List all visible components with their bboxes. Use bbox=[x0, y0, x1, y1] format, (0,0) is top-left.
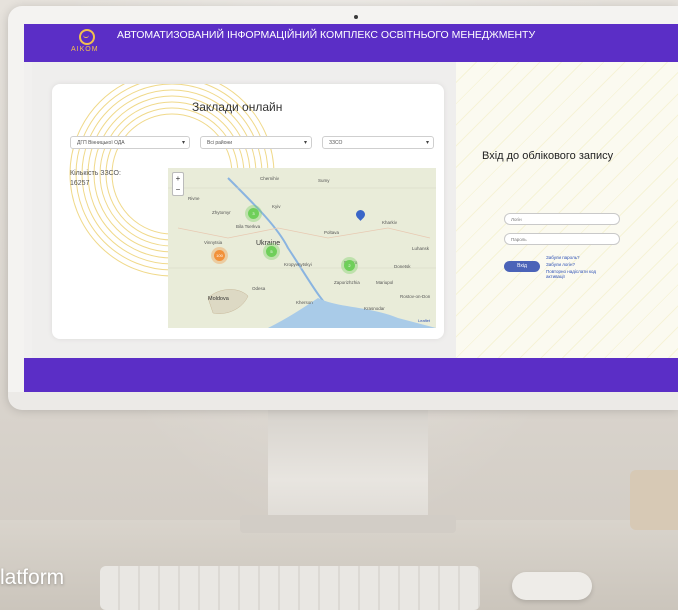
region-select-value: ДГП Вінницької ОДА bbox=[77, 140, 125, 146]
map-cluster-marker[interactable]: 100 bbox=[214, 250, 225, 261]
map-label: Poltava bbox=[324, 230, 340, 235]
zoom-out-button[interactable]: − bbox=[173, 184, 183, 195]
map-label: Zhytomyr bbox=[212, 210, 231, 215]
login-field[interactable] bbox=[504, 213, 620, 225]
map-label: Chernihiv bbox=[260, 176, 280, 181]
map-label: Kropyvnytskyi bbox=[284, 262, 312, 267]
chevron-down-icon: ▾ bbox=[425, 140, 429, 146]
main-content: Заклади онлайн ДГП Вінницької ОДА ▾ Всі … bbox=[24, 62, 678, 358]
institutions-card: Заклади онлайн ДГП Вінницької ОДА ▾ Всі … bbox=[52, 84, 444, 339]
map-label: Krasnodar bbox=[364, 306, 385, 311]
password-field[interactable] bbox=[504, 233, 620, 245]
login-title: Вхід до облікового запису bbox=[482, 150, 614, 162]
chevron-down-icon: ▾ bbox=[181, 140, 185, 146]
map-label: Kherson bbox=[296, 300, 313, 305]
app-footer bbox=[24, 358, 678, 392]
mouse bbox=[512, 572, 592, 600]
count-value: 16257 bbox=[70, 180, 90, 187]
map-label: Vinnytsia bbox=[204, 240, 223, 245]
map-cluster-marker[interactable]: 5 bbox=[266, 246, 277, 257]
map-label: Rivne bbox=[188, 196, 200, 201]
map-label: Bila Tserkva bbox=[236, 224, 261, 229]
map-label: Moldova bbox=[208, 296, 229, 302]
forgot-login-link[interactable]: Забули логін? bbox=[546, 262, 575, 267]
map-label: Rostov-on-Don bbox=[400, 294, 431, 299]
region-select[interactable]: ДГП Вінницької ОДА ▾ bbox=[70, 136, 190, 149]
institutions-pane: Заклади онлайн ДГП Вінницької ОДА ▾ Всі … bbox=[32, 62, 456, 358]
map-label: Sumy bbox=[318, 178, 330, 183]
map-cluster-marker[interactable]: 2 bbox=[344, 260, 355, 271]
desk-cup bbox=[630, 470, 678, 530]
app-title: АВТОМАТИЗОВАНИЙ ІНФОРМАЦІЙНИЙ КОМПЛЕКС О… bbox=[117, 29, 536, 41]
logo-text: AIKOM bbox=[71, 46, 99, 53]
monitor-stand bbox=[268, 408, 428, 528]
type-select-value: ЗЗСО bbox=[329, 140, 343, 146]
monitor-chin bbox=[8, 392, 678, 410]
map-cluster-marker[interactable]: 3 bbox=[248, 208, 259, 219]
map-label: Kyiv bbox=[272, 204, 281, 209]
resend-activation-link[interactable]: Повторно надіслати код активації bbox=[546, 269, 616, 279]
zoom-control: + − bbox=[172, 172, 184, 196]
map-attribution-link[interactable]: Leaflet bbox=[418, 318, 430, 323]
overlay-caption: latform bbox=[0, 566, 65, 589]
district-select-value: Всі райони bbox=[207, 140, 233, 146]
app-header: AIKOM АВТОМАТИЗОВАНИЙ ІНФОРМАЦІЙНИЙ КОМП… bbox=[24, 24, 678, 62]
map-label: Donetsk bbox=[394, 264, 411, 269]
monitor-stand-foot bbox=[240, 515, 456, 533]
map-label: Mariupol bbox=[376, 280, 394, 285]
count-label: Кількість ЗЗСО: bbox=[70, 170, 121, 177]
institutions-map[interactable]: + − Chernihiv Rivne Zhytomyr Kyiv Bila T… bbox=[168, 168, 436, 328]
map-label: Odesa bbox=[252, 286, 266, 291]
keyboard bbox=[100, 566, 480, 610]
district-select[interactable]: Всі райони ▾ bbox=[200, 136, 312, 149]
type-select[interactable]: ЗЗСО ▾ bbox=[322, 136, 434, 149]
map-label: Zaporizhzhia bbox=[334, 280, 360, 285]
zoom-in-button[interactable]: + bbox=[173, 173, 183, 184]
screen: AIKOM АВТОМАТИЗОВАНИЙ ІНФОРМАЦІЙНИЙ КОМП… bbox=[24, 24, 678, 392]
chevron-down-icon: ▾ bbox=[303, 140, 307, 146]
forgot-password-link[interactable]: Забули пароль? bbox=[546, 255, 580, 260]
map-label: Kharkiv bbox=[382, 220, 398, 225]
login-pane: Вхід до облікового запису Вхід Забули па… bbox=[456, 62, 678, 358]
card-title: Заклади онлайн bbox=[192, 100, 283, 114]
login-button[interactable]: Вхід bbox=[504, 261, 540, 272]
map-label: Luhansk bbox=[412, 246, 430, 251]
camera-dot bbox=[354, 15, 358, 19]
